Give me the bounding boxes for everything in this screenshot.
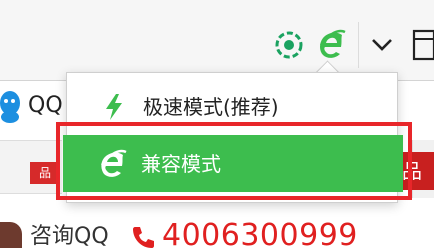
phone-icon: [130, 224, 158, 248]
browser-toolbar: [0, 0, 434, 81]
phone-number[interactable]: 4006300999: [162, 218, 358, 248]
browser-window: QQ 品 品 咨询QQ 4006300999 极速模式(推荐) 兼容模式: [0, 0, 434, 248]
consult-qq-link[interactable]: 咨询QQ: [30, 222, 109, 248]
highlight-annotation-frame: [56, 122, 412, 200]
avatar: [0, 222, 22, 248]
extension-icon[interactable]: [272, 28, 306, 62]
lightning-bolt-icon: [97, 90, 131, 124]
qq-label[interactable]: QQ: [28, 92, 63, 120]
ie-compat-mode-icon[interactable]: [313, 27, 349, 63]
qq-penguin-icon: [0, 90, 24, 124]
menu-item-label: 极速模式(推荐): [143, 95, 279, 119]
menu-grid-icon[interactable]: [408, 22, 434, 68]
toolbar-divider: [358, 22, 359, 68]
chevron-down-icon[interactable]: [365, 30, 399, 60]
